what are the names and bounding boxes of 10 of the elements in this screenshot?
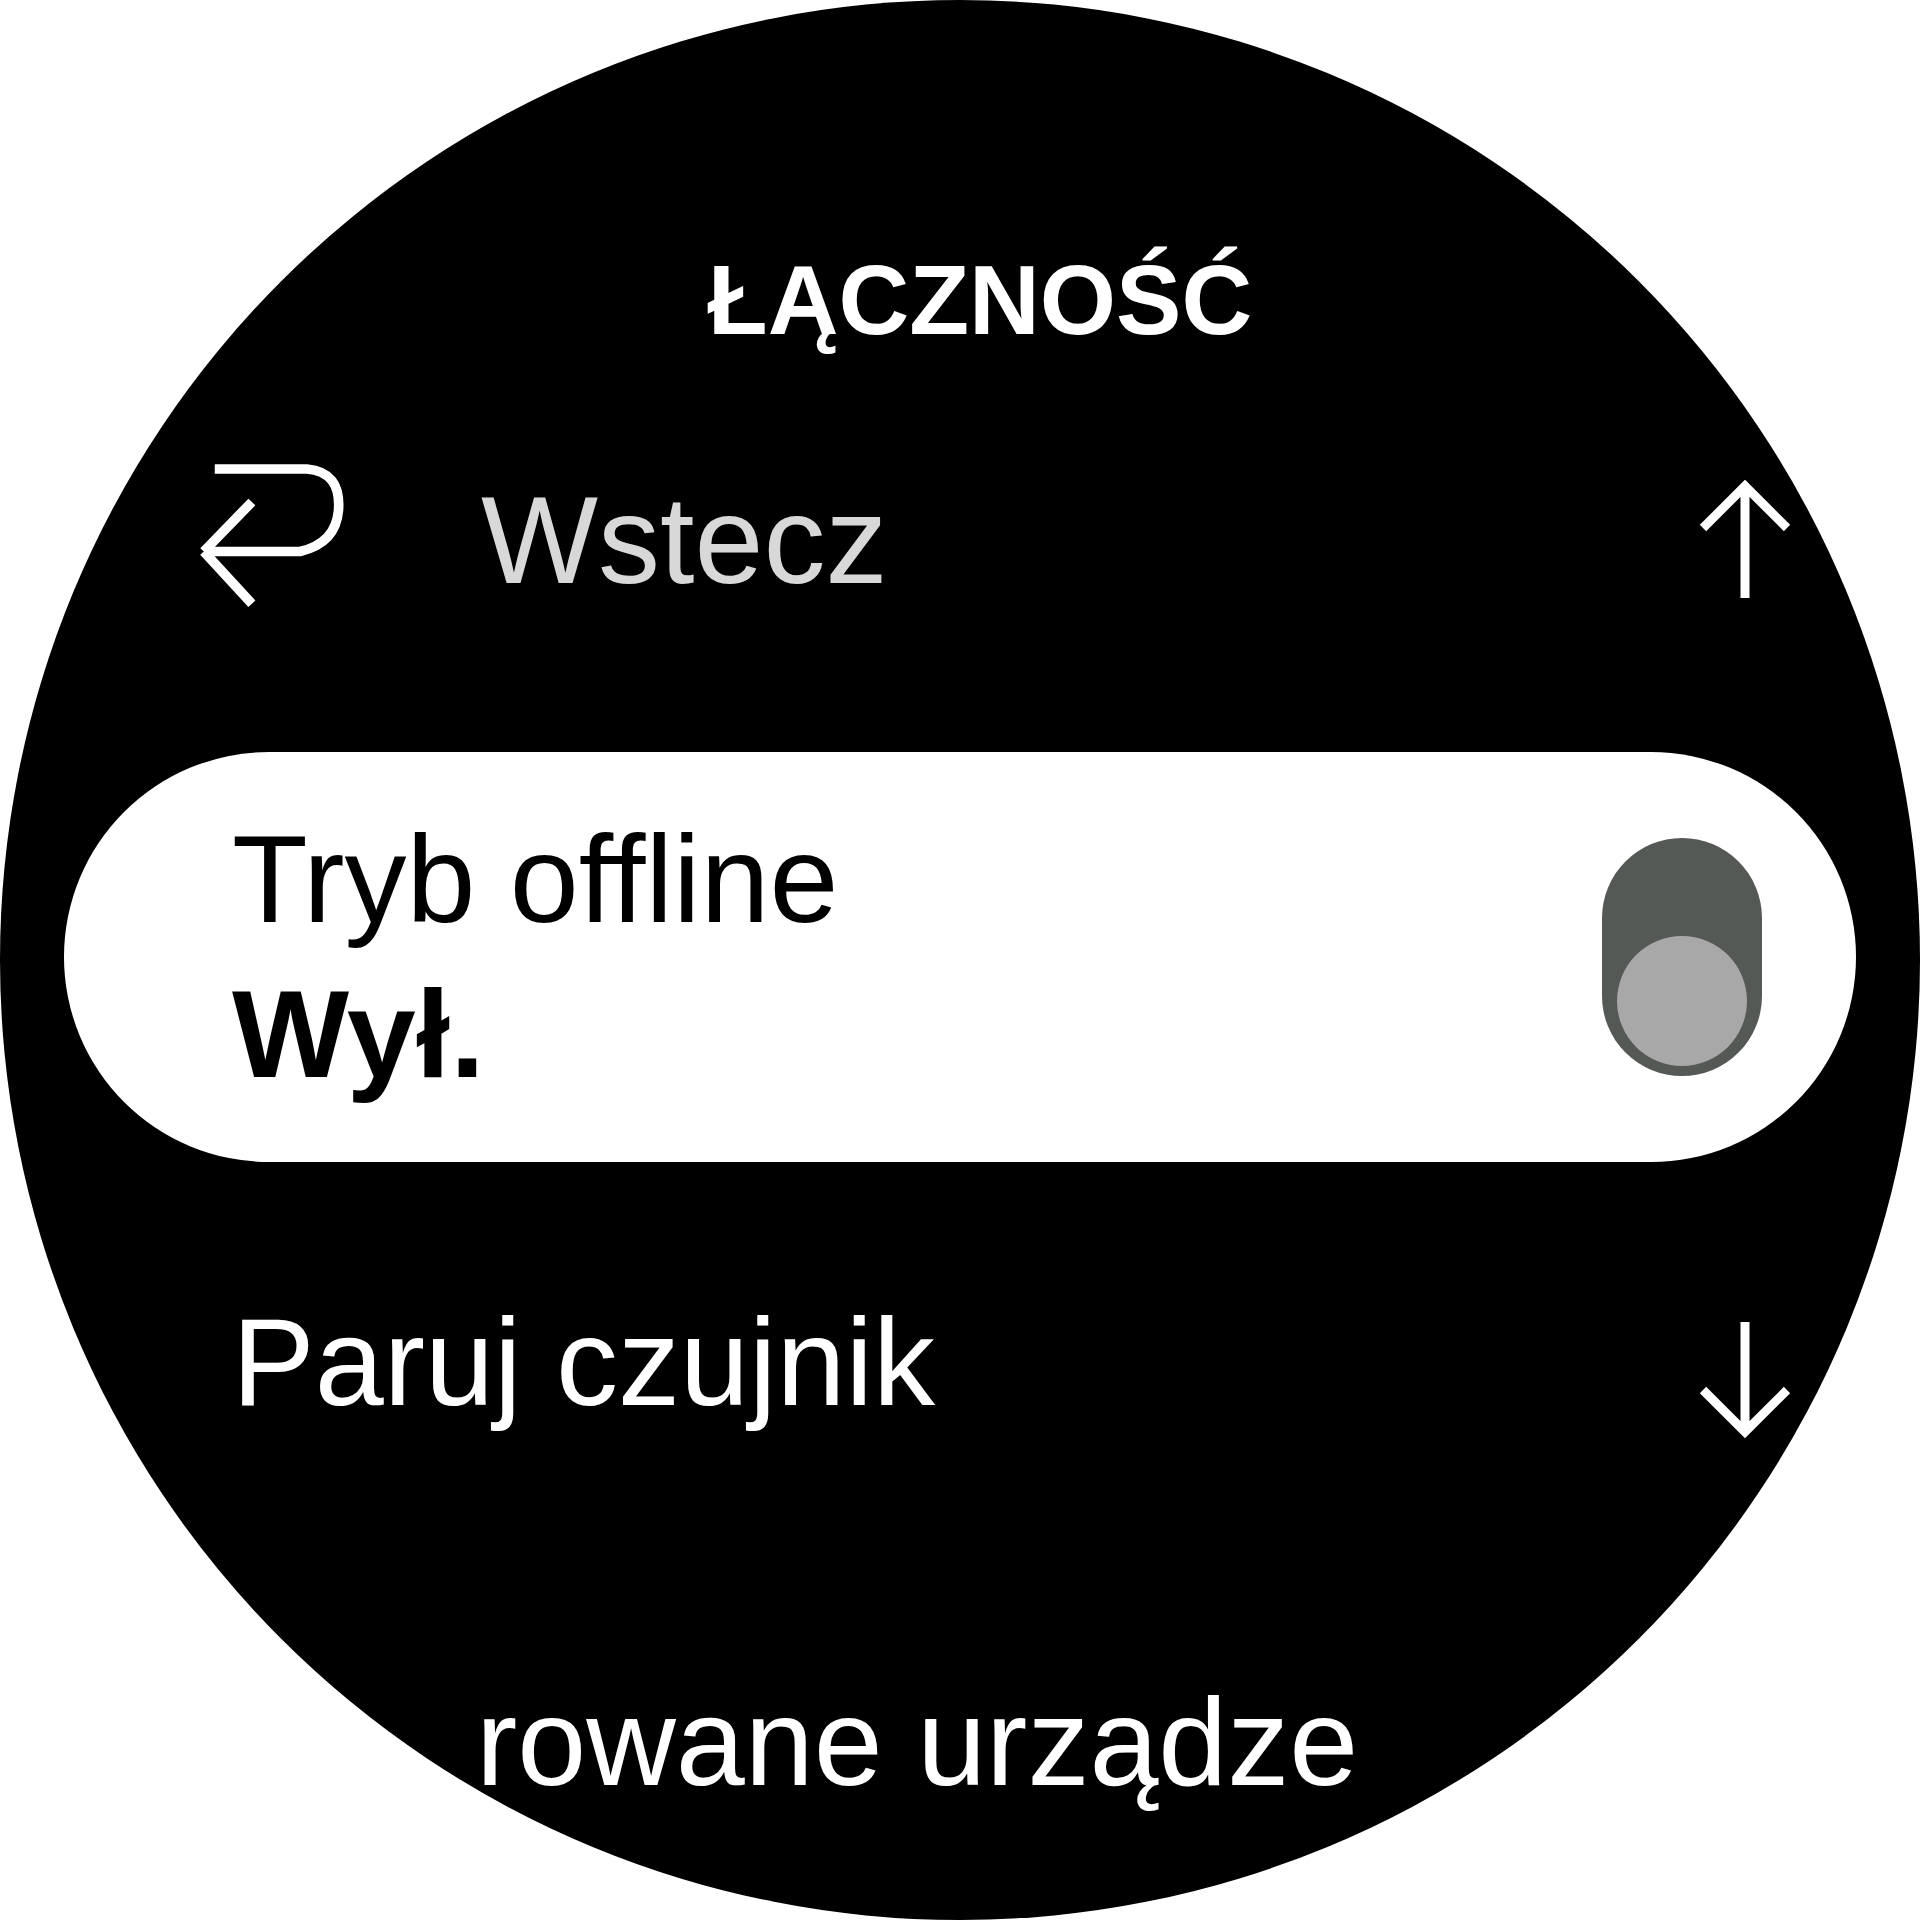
screen-title: ŁĄCZNOŚĆ <box>707 244 1253 357</box>
menu-item[interactable]: Tryb offline Wył. <box>64 752 1856 1162</box>
menu-item[interactable]: Wstecz <box>0 440 1920 640</box>
menu-item[interactable]: Paruj czujnik <box>0 1262 1920 1462</box>
setting-label: Tryb offline <box>231 809 840 951</box>
menu-item[interactable]: rowane urządze <box>0 1642 1920 1842</box>
menu-label: Paruj czujnik <box>231 1291 936 1433</box>
menu-label: rowane urządze <box>475 1671 1360 1813</box>
setting-value: Wył. <box>231 964 486 1105</box>
menu-label: Wstecz <box>480 469 889 611</box>
